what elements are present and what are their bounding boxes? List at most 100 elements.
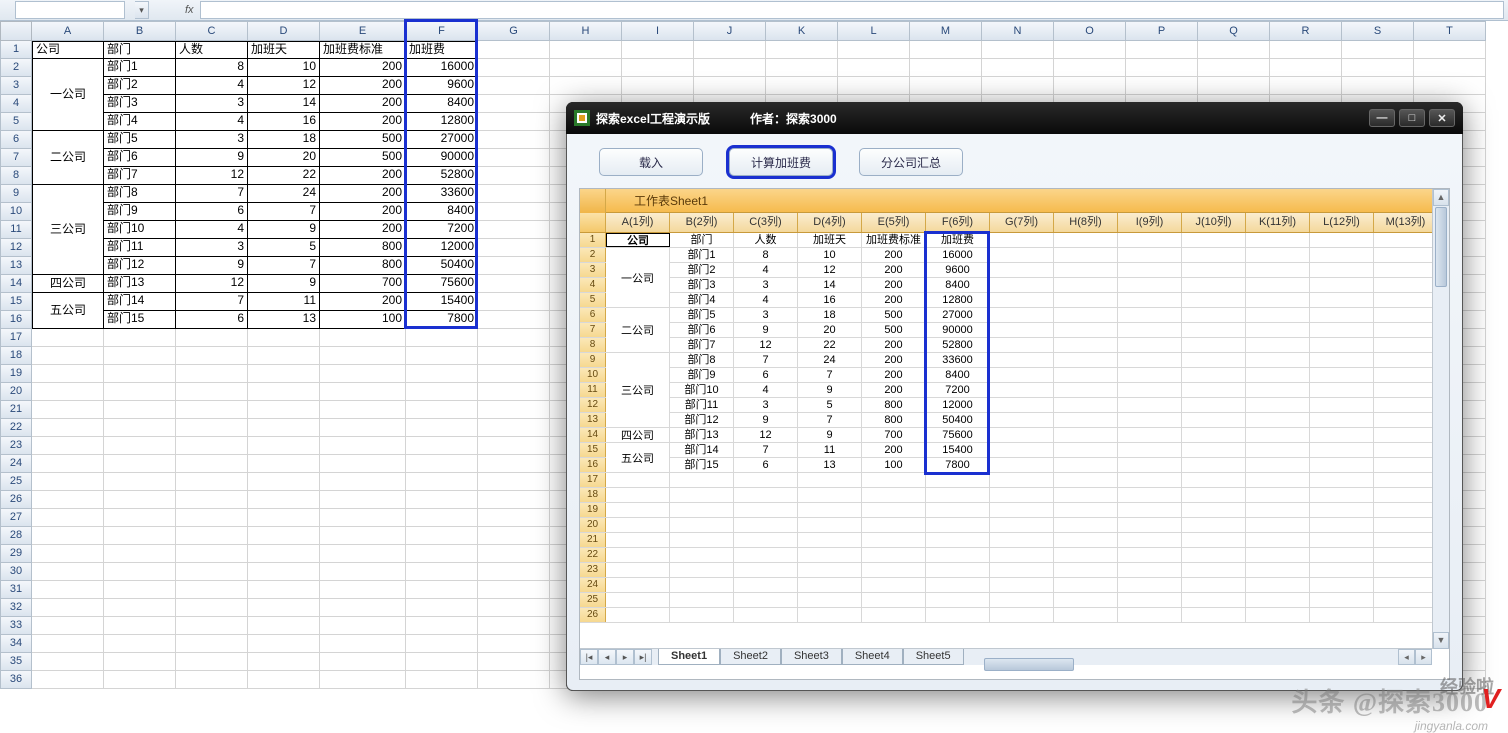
cell-C16[interactable]: 6 <box>176 311 248 329</box>
row-header-23[interactable]: 23 <box>0 437 32 455</box>
cell-E25[interactable] <box>320 473 406 491</box>
cell-B34[interactable] <box>104 635 176 653</box>
cell-C12[interactable]: 3 <box>176 239 248 257</box>
cell-D21[interactable] <box>248 401 320 419</box>
cell-B29[interactable] <box>104 545 176 563</box>
cell-F2[interactable]: 16000 <box>406 59 478 77</box>
cell-C1[interactable]: 人数 <box>176 41 248 59</box>
dlg-cell-23-0[interactable] <box>606 563 670 577</box>
dlg-cell-2-1[interactable]: 部门1 <box>670 248 734 262</box>
dlg-row-header-17[interactable]: 17 <box>580 473 606 487</box>
cell-G1[interactable] <box>478 41 550 59</box>
dlg-cell-23-6[interactable] <box>990 563 1054 577</box>
dlg-cell-14-8[interactable] <box>1118 428 1182 442</box>
dlg-row-header-25[interactable]: 25 <box>580 593 606 607</box>
cell-E18[interactable] <box>320 347 406 365</box>
dlg-cell-20-7[interactable] <box>1054 518 1118 532</box>
dlg-cell-14-2[interactable]: 12 <box>734 428 798 442</box>
dlg-cell-2-11[interactable] <box>1310 248 1374 262</box>
dlg-cell-23-7[interactable] <box>1054 563 1118 577</box>
cell-H2[interactable] <box>550 59 622 77</box>
dlg-cell-7-3[interactable]: 20 <box>798 323 862 337</box>
dlg-cell-10-7[interactable] <box>1054 368 1118 382</box>
cell-F18[interactable] <box>406 347 478 365</box>
cell-D15[interactable]: 11 <box>248 293 320 311</box>
dlg-cell-24-9[interactable] <box>1182 578 1246 592</box>
dlg-cell-5-12[interactable] <box>1374 293 1438 307</box>
row-header-13[interactable]: 13 <box>0 257 32 275</box>
dlg-cell-5-8[interactable] <box>1118 293 1182 307</box>
dlg-cell-17-1[interactable] <box>670 473 734 487</box>
dlg-cell-6-8[interactable] <box>1118 308 1182 322</box>
cell-C18[interactable] <box>176 347 248 365</box>
dlg-cell-18-10[interactable] <box>1246 488 1310 502</box>
cell-C28[interactable] <box>176 527 248 545</box>
cell-C27[interactable] <box>176 509 248 527</box>
dlg-cell-4-2[interactable]: 3 <box>734 278 798 292</box>
dlg-col-header-1[interactable]: B(2列) <box>670 213 734 232</box>
cell-L3[interactable] <box>838 77 910 95</box>
dlg-cell-12-10[interactable] <box>1246 398 1310 412</box>
col-header-T[interactable]: T <box>1414 21 1486 41</box>
cell-F11[interactable]: 7200 <box>406 221 478 239</box>
calc-button[interactable]: 计算加班费 <box>729 148 833 176</box>
dlg-cell-12-9[interactable] <box>1182 398 1246 412</box>
dlg-cell-8-3[interactable]: 22 <box>798 338 862 352</box>
row-header-3[interactable]: 3 <box>0 77 32 95</box>
dlg-cell-6-1[interactable]: 部门5 <box>670 308 734 322</box>
dlg-cell-13-11[interactable] <box>1310 413 1374 427</box>
formula-input[interactable] <box>200 1 1504 19</box>
dlg-cell-4-4[interactable]: 200 <box>862 278 926 292</box>
dlg-cell-5-6[interactable] <box>990 293 1054 307</box>
cell-D9[interactable]: 24 <box>248 185 320 203</box>
dlg-cell-20-2[interactable] <box>734 518 798 532</box>
cell-C6[interactable]: 3 <box>176 131 248 149</box>
dlg-cell-1-9[interactable] <box>1182 233 1246 247</box>
cell-G19[interactable] <box>478 365 550 383</box>
sheet-tab-Sheet2[interactable]: Sheet2 <box>720 649 781 665</box>
dlg-cell-20-11[interactable] <box>1310 518 1374 532</box>
dlg-cell-18-12[interactable] <box>1374 488 1438 502</box>
cell-D11[interactable]: 9 <box>248 221 320 239</box>
dlg-cell-21-1[interactable] <box>670 533 734 547</box>
cell-C29[interactable] <box>176 545 248 563</box>
dlg-cell-17-0[interactable] <box>606 473 670 487</box>
dlg-cell-11-4[interactable]: 200 <box>862 383 926 397</box>
dlg-row-header-19[interactable]: 19 <box>580 503 606 517</box>
dlg-cell-11-6[interactable] <box>990 383 1054 397</box>
cell-G6[interactable] <box>478 131 550 149</box>
cell-G11[interactable] <box>478 221 550 239</box>
dlg-cell-14-6[interactable] <box>990 428 1054 442</box>
dlg-cell-11-10[interactable] <box>1246 383 1310 397</box>
col-header-K[interactable]: K <box>766 21 838 41</box>
dlg-cell-17-5[interactable] <box>926 473 990 487</box>
cell-D35[interactable] <box>248 653 320 671</box>
dlg-cell-25-2[interactable] <box>734 593 798 607</box>
cell-B12[interactable]: 部门11 <box>104 239 176 257</box>
dlg-cell-8-7[interactable] <box>1054 338 1118 352</box>
dlg-cell-4-12[interactable] <box>1374 278 1438 292</box>
dlg-cell-26-6[interactable] <box>990 608 1054 622</box>
cell-F22[interactable] <box>406 419 478 437</box>
cell-E31[interactable] <box>320 581 406 599</box>
cell-B36[interactable] <box>104 671 176 689</box>
dlg-cell-9-5[interactable]: 33600 <box>926 353 990 367</box>
cell-G5[interactable] <box>478 113 550 131</box>
dlg-cell-14-1[interactable]: 部门13 <box>670 428 734 442</box>
dlg-cell-7-12[interactable] <box>1374 323 1438 337</box>
cell-E19[interactable] <box>320 365 406 383</box>
dlg-cell-18-8[interactable] <box>1118 488 1182 502</box>
col-header-I[interactable]: I <box>622 21 694 41</box>
cell-F35[interactable] <box>406 653 478 671</box>
cell-A17[interactable] <box>32 329 104 347</box>
dlg-cell-20-8[interactable] <box>1118 518 1182 532</box>
dlg-row-header-8[interactable]: 8 <box>580 338 606 352</box>
cell-B23[interactable] <box>104 437 176 455</box>
minimize-button[interactable]: — <box>1369 109 1395 127</box>
cell-F15[interactable]: 15400 <box>406 293 478 311</box>
dlg-cell-22-3[interactable] <box>798 548 862 562</box>
col-header-M[interactable]: M <box>910 21 982 41</box>
dlg-cell-4-6[interactable] <box>990 278 1054 292</box>
row-header-27[interactable]: 27 <box>0 509 32 527</box>
cell-E20[interactable] <box>320 383 406 401</box>
